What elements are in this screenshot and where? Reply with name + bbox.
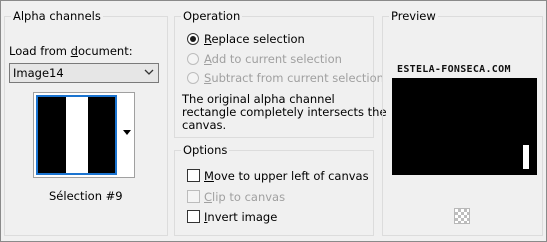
move-to-upper-left-label[interactable]: Move to upper left of canvas <box>204 169 369 183</box>
selection-thumbnail[interactable] <box>36 95 117 175</box>
selection-white-region <box>66 97 88 173</box>
alpha-channels-title: Alpha channels <box>11 9 103 24</box>
options-title: Options <box>181 143 230 158</box>
document-select[interactable]: Image14 <box>9 63 159 83</box>
selection-picker[interactable] <box>33 92 135 178</box>
operation-info-line2: rectangle completely intersects the <box>182 105 387 119</box>
add-to-selection-radio[interactable] <box>187 53 199 65</box>
preview-watermark: ESTELA-FONSECA.COM <box>397 64 511 75</box>
document-select-value: Image14 <box>13 66 64 80</box>
operation-title: Operation <box>181 9 243 24</box>
transparency-checker-icon[interactable] <box>454 208 470 224</box>
operation-info-line3: canvas. <box>182 118 227 132</box>
add-to-selection-label[interactable]: Add to current selection <box>204 52 342 66</box>
invert-image-checkbox[interactable] <box>187 210 200 223</box>
preview-canvas <box>392 78 537 175</box>
clip-to-canvas-label[interactable]: Clip to canvas <box>204 190 285 204</box>
replace-selection-radio[interactable] <box>187 33 199 45</box>
load-from-document-label: Load from document: <box>9 44 133 58</box>
clip-to-canvas-checkbox[interactable] <box>187 190 200 203</box>
subtract-selection-radio[interactable] <box>187 72 199 84</box>
selection-name: Sélection #9 <box>49 189 123 203</box>
invert-image-label[interactable]: Invert image <box>204 210 277 224</box>
selection-dropdown-arrow-icon[interactable] <box>120 93 134 177</box>
operation-info-line1: The original alpha channel <box>182 92 335 106</box>
replace-selection-label[interactable]: Replace selection <box>204 32 305 46</box>
chevron-down-icon <box>144 69 154 75</box>
preview-selection-bar <box>523 145 529 169</box>
subtract-selection-label[interactable]: Subtract from current selection <box>204 71 384 85</box>
preview-title: Preview <box>389 9 438 24</box>
move-to-upper-left-checkbox[interactable] <box>187 169 200 182</box>
